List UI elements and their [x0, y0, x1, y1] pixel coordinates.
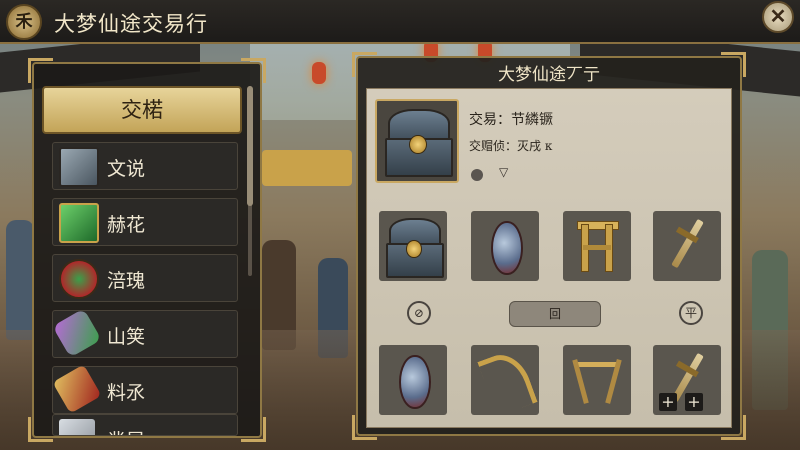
add-button[interactable]: + — [685, 393, 703, 411]
corner-ornament — [28, 417, 53, 442]
stall-awning — [262, 150, 352, 186]
category-label: 赫花 — [107, 214, 146, 236]
blue-chest-icon — [377, 101, 457, 181]
category-item[interactable]: 料氶 — [52, 364, 238, 414]
add-button[interactable]: + — [659, 393, 677, 411]
item-slot[interactable] — [563, 345, 631, 415]
status-dot — [471, 169, 483, 181]
category-label: 料氶 — [107, 382, 146, 404]
item-slot[interactable] — [653, 211, 721, 281]
category-label: 丵昆 — [107, 426, 145, 435]
refresh-button[interactable]: 回 — [509, 301, 601, 327]
scrollbar-thumb[interactable] — [247, 86, 253, 206]
spirit-egg-icon — [471, 211, 539, 281]
window-title: 大梦仙途交易行 — [54, 12, 208, 36]
spirit-egg-icon — [379, 345, 447, 415]
lantern — [312, 62, 326, 84]
item-slot[interactable] — [379, 211, 447, 281]
golden-bow-icon — [471, 345, 539, 418]
close-button[interactable]: ✕ — [762, 1, 794, 33]
category-item[interactable]: 山䇲 — [52, 308, 238, 358]
item-slot[interactable]: + + — [653, 345, 721, 415]
wooden-sword-icon — [653, 211, 721, 281]
panel-title: 大梦仙途丆亍 — [498, 65, 600, 85]
item-slot[interactable] — [471, 211, 539, 281]
category-label: 山䇲 — [107, 326, 146, 348]
corner-ornament — [28, 58, 53, 83]
category-scrollbar[interactable] — [247, 86, 253, 276]
title-bar: 禾 大梦仙途交易行 ✕ — [0, 0, 800, 44]
category-item[interactable]: 涪瑰 — [52, 254, 238, 302]
category-item[interactable]: 丵昆 — [52, 414, 238, 436]
gear-chest-icon — [59, 147, 99, 187]
golden-gate-icon — [563, 211, 631, 281]
category-panel: 交楉 文说 赫花 涪瑰 山䇲 料氶 丵昆 — [28, 58, 266, 442]
corner-ornament — [241, 58, 266, 83]
green-vial-icon — [52, 308, 102, 358]
featured-item-detail: 交赗侦：灭戌 к — [469, 139, 553, 153]
item-slot[interactable] — [563, 211, 631, 281]
category-item[interactable]: 文说 — [52, 142, 238, 190]
item-slot[interactable] — [379, 345, 447, 415]
villager — [6, 220, 34, 340]
chevron-down-icon[interactable]: ▽ — [499, 165, 508, 179]
potion-jar-icon — [59, 259, 99, 299]
game-logo-icon[interactable]: 禾 — [6, 4, 42, 40]
close-icon: ✕ — [769, 4, 787, 28]
trade-panel: 大梦仙途丆亍 交易：节繗镢 交赗侦：灭戌 к ▽ ⊘ 回 平 + + — [352, 52, 746, 440]
item-slot[interactable] — [471, 345, 539, 418]
featured-item-name: 交易：节繗镢 — [469, 112, 553, 128]
corner-ornament — [241, 417, 266, 442]
red-scroll-icon — [52, 364, 102, 414]
category-header-button[interactable]: 交楉 — [42, 86, 242, 134]
featured-item-slot[interactable] — [375, 99, 459, 183]
wooden-stand-icon — [563, 345, 631, 415]
green-jade-icon — [59, 203, 99, 243]
category-label: 文说 — [107, 158, 146, 180]
balance-button[interactable]: 平 — [679, 301, 703, 325]
blue-chest-icon — [379, 211, 447, 281]
cancel-filter-button[interactable]: ⊘ — [407, 301, 431, 325]
category-item[interactable]: 赫花 — [52, 198, 238, 246]
misc-item-icon — [59, 419, 95, 435]
logo-glyph: 禾 — [15, 12, 33, 32]
trade-content: 交易：节繗镢 交赗侦：灭戌 к ▽ ⊘ 回 平 + + — [366, 88, 732, 428]
category-label: 涪瑰 — [107, 270, 146, 292]
